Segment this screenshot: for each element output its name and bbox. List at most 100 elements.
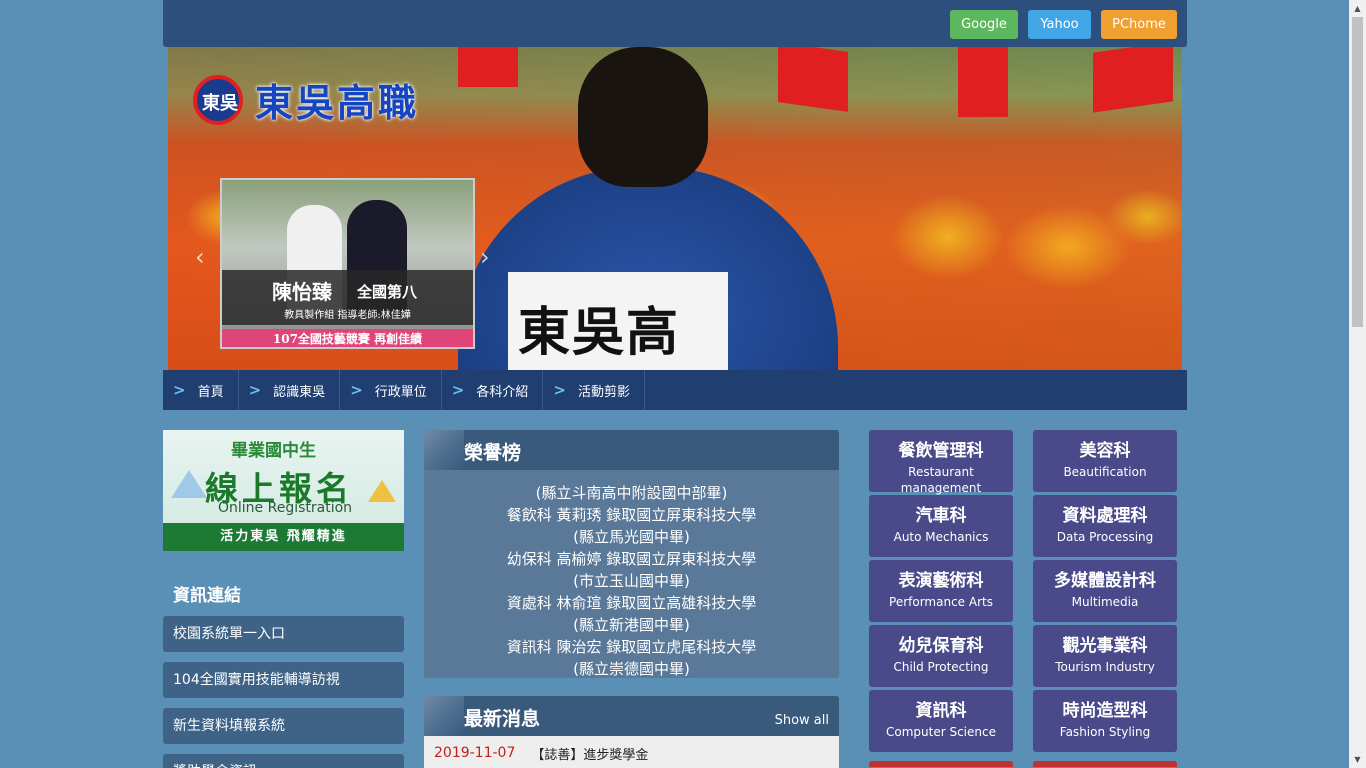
honor-roll-panel: 榮譽榜 (縣立斗南高中附設國中部畢) 餐飲科 黃莉琇 錄取國立屏東科技大學 (縣… — [424, 430, 839, 678]
links-title: 資訊連結 — [173, 586, 241, 606]
nav-item-admin-units[interactable]: > 行政單位 — [340, 370, 442, 410]
dept-name-en: Fashion Styling — [1059, 725, 1151, 739]
dept-name-zh: 觀光事業科 — [1062, 636, 1148, 656]
dept-performance-arts[interactable]: 表演藝術科 Performance Arts — [869, 560, 1013, 622]
dept-next-partial[interactable] — [869, 761, 1013, 767]
registration-top-text: 畢業國中生 — [231, 441, 316, 461]
nav-item-gallery[interactable]: > 活動剪影 — [543, 370, 645, 410]
top-bar: Google Yahoo PChome — [163, 0, 1187, 47]
slide-footer: 107全國技藝競賽 再創佳績 — [222, 329, 473, 347]
search-engine-links: Google Yahoo PChome — [950, 10, 1177, 39]
scroll-up-icon[interactable]: ▲ — [1349, 0, 1366, 17]
dept-name-en: Beautification — [1063, 465, 1147, 479]
yahoo-button[interactable]: Yahoo — [1028, 10, 1091, 39]
dept-auto[interactable]: 汽車科 Auto Mechanics — [869, 495, 1013, 557]
honor-line: (縣立馬光國中畢) — [573, 528, 690, 546]
honor-line: (縣立崇德國中畢) — [573, 660, 690, 678]
honor-line: 餐飲科 黃莉琇 錄取國立屏東科技大學 — [506, 506, 757, 524]
banner-flag — [958, 47, 1008, 117]
nav-item-label: 行政單位 — [374, 384, 427, 400]
dept-name-en: Performance Arts — [889, 595, 993, 609]
dept-data-processing[interactable]: 資料處理科 Data Processing — [1033, 495, 1177, 557]
dept-name-en: Computer Science — [886, 725, 996, 739]
pchome-button[interactable]: PChome — [1101, 10, 1177, 39]
department-grid: 餐飲管理科 Restaurant management 美容科 Beautifi… — [869, 430, 1177, 767]
news-header: 最新消息 Show all — [424, 696, 839, 736]
honor-line: (市立玉山國中畢) — [573, 572, 690, 590]
dept-name-zh: 美容科 — [1079, 441, 1131, 461]
banner-flag — [778, 47, 848, 112]
chevron-right-icon: > — [248, 381, 262, 399]
nav-item-label: 首頁 — [197, 384, 224, 400]
hero-banner: 東吳高職 東吳 東吳高職 陳怡臻 全國第八 教具製作組 指導老師:林佳嬅 107… — [168, 47, 1182, 370]
nav-item-home[interactable]: > 首頁 — [163, 370, 239, 410]
honor-roll-body[interactable]: (縣立斗南高中附設國中部畢) 餐飲科 黃莉琇 錄取國立屏東科技大學 (縣立馬光國… — [424, 470, 839, 678]
dept-fashion[interactable]: 時尚造型科 Fashion Styling — [1033, 690, 1177, 752]
dept-name-zh: 資料處理科 — [1062, 506, 1148, 526]
header-decor-icon — [424, 696, 464, 736]
dept-computer-science[interactable]: 資訊科 Computer Science — [869, 690, 1013, 752]
dept-next-partial[interactable] — [1033, 761, 1177, 767]
registration-english-text: Online Registration — [218, 500, 353, 516]
page-wrapper: Google Yahoo PChome 東吳高職 東吳 東吳高職 陳怡臻 — [163, 0, 1187, 768]
google-button[interactable]: Google — [950, 10, 1018, 39]
chevron-right-icon: > — [350, 381, 363, 399]
chevron-right-icon: > — [173, 381, 186, 399]
slide-student-name: 陳怡臻 — [272, 280, 332, 304]
nav-item-departments[interactable]: > 各科介紹 — [442, 370, 544, 410]
online-registration-banner[interactable]: 畢業國中生 線上報名 Online Registration 活力東吳 飛耀精進 — [163, 430, 404, 551]
page-scrollbar[interactable]: ▲ ▼ — [1349, 0, 1366, 768]
decor-triangle — [171, 470, 207, 498]
jacket-patch: 東吳高職 — [508, 272, 728, 370]
dept-name-zh: 多媒體設計科 — [1054, 571, 1156, 591]
news-date: 2019-11-07 — [434, 745, 516, 761]
header-decor-icon — [424, 430, 464, 470]
middle-column: 榮譽榜 (縣立斗南高中附設國中部畢) 餐飲科 黃莉琇 錄取國立屏東科技大學 (縣… — [424, 430, 839, 768]
decor-triangle — [368, 480, 396, 502]
banner-flag — [1093, 47, 1173, 113]
scrollbar-thumb[interactable] — [1352, 17, 1363, 327]
dept-name-zh: 汽車科 — [915, 506, 967, 526]
dept-multimedia[interactable]: 多媒體設計科 Multimedia — [1033, 560, 1177, 622]
banner-flag — [458, 47, 518, 87]
dept-tourism[interactable]: 觀光事業科 Tourism Industry — [1033, 625, 1177, 687]
honor-line: (縣立斗南高中附設國中部畢) — [535, 484, 728, 502]
chevron-right-icon: > — [553, 381, 566, 399]
dept-name-en: Multimedia — [1071, 595, 1139, 609]
honor-roll-title: 榮譽榜 — [464, 442, 522, 464]
nav-item-label: 各科介紹 — [476, 384, 529, 400]
slider-next-icon[interactable]: › — [480, 243, 490, 271]
news-panel: 最新消息 Show all 2019-11-07 【誌善】進步獎學金 — [424, 696, 839, 768]
news-show-all-link[interactable]: Show all — [775, 713, 829, 728]
dept-beauty[interactable]: 美容科 Beautification — [1033, 430, 1177, 492]
news-item[interactable]: 2019-11-07 【誌善】進步獎學金 — [424, 736, 839, 768]
link-scholarship-info[interactable]: 獎助學金資訊 — [163, 754, 404, 768]
registration-footer: 活力東吳 飛耀精進 — [163, 523, 404, 551]
dept-restaurant[interactable]: 餐飲管理科 Restaurant management — [869, 430, 1013, 495]
dept-name-zh: 資訊科 — [915, 701, 967, 721]
link-freshman-form[interactable]: 新生資料填報系統 — [163, 708, 404, 744]
nav-item-about[interactable]: > 認識東吳 — [239, 370, 341, 410]
slider-prev-icon[interactable]: ‹ — [195, 243, 205, 271]
honor-line: 資處科 林俞瑄 錄取國立高雄科技大學 — [506, 594, 757, 612]
chevron-right-icon: > — [451, 381, 465, 399]
dept-child-care[interactable]: 幼兒保育科 Child Protecting — [869, 625, 1013, 687]
honor-line: (縣立新港國中畢) — [573, 616, 690, 634]
banner-head — [578, 47, 708, 187]
school-name: 東吳高職 — [255, 80, 420, 125]
dept-name-zh: 表演藝術科 — [898, 571, 984, 591]
news-slider[interactable]: 陳怡臻 全國第八 教具製作組 指導老師:林佳嬅 107全國技藝競賽 再創佳績 — [220, 178, 475, 349]
honor-line: 幼保科 高榆婷 錄取國立屏東科技大學 — [506, 550, 757, 568]
emblem-text: 東吳 — [202, 92, 238, 114]
news-text: 【誌善】進步獎學金 — [531, 747, 649, 763]
main-nav: > 首頁 > 認識東吳 > 行政單位 > 各科介紹 > 活動剪影 — [163, 370, 1187, 410]
school-logo[interactable]: 東吳 東吳高職 — [193, 72, 419, 127]
dept-name-en: Auto Mechanics — [893, 530, 989, 544]
dept-name-zh: 餐飲管理科 — [898, 441, 984, 461]
scroll-down-icon[interactable]: ▼ — [1349, 751, 1366, 768]
honor-roll-header: 榮譽榜 — [424, 430, 839, 470]
link-skills-visit[interactable]: 104全國實用技能輔導訪視 — [163, 662, 404, 698]
link-campus-portal[interactable]: 校園系統單一入口 — [163, 616, 404, 652]
jacket-patch-text: 東吳高職 — [518, 302, 681, 363]
nav-item-label: 認識東吳 — [273, 384, 326, 400]
